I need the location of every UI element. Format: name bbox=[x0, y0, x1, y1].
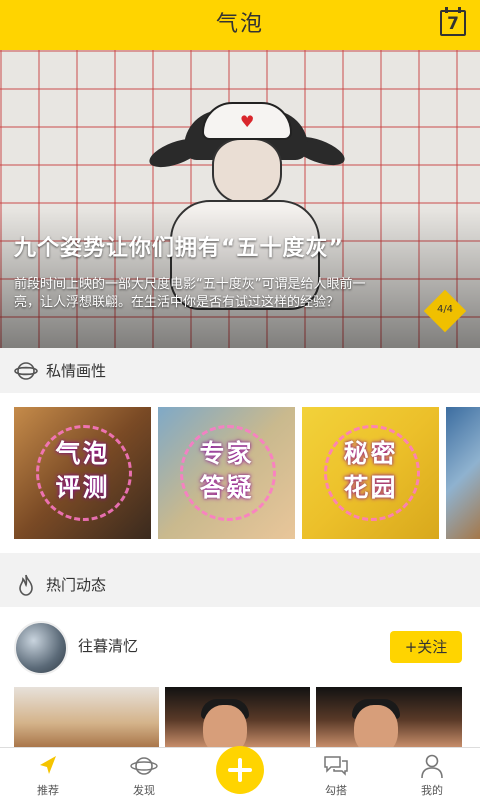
person-icon bbox=[421, 754, 443, 779]
chat-bubbles-icon bbox=[324, 756, 348, 776]
illustration-shape bbox=[212, 138, 282, 204]
section-header-hot: 热门动态 bbox=[0, 563, 480, 607]
planet-icon bbox=[14, 362, 38, 380]
post-photo[interactable] bbox=[14, 687, 159, 747]
calendar-icon[interactable]: 7 bbox=[440, 7, 466, 36]
category-tile-partial[interactable] bbox=[446, 407, 480, 539]
illustration-shape bbox=[203, 705, 247, 747]
page-indicator: 4/4 bbox=[436, 304, 454, 315]
app-screen: 气泡 7 ♥ 九个姿势让你们拥有“五十度灰” 前段时间上映的一部大尺度电影“五十… bbox=[0, 0, 480, 800]
plus-icon bbox=[238, 758, 242, 782]
flame-icon bbox=[19, 574, 33, 596]
category-tile-review[interactable]: 气泡 评测 bbox=[14, 407, 151, 539]
illustration-shape bbox=[354, 705, 398, 747]
nav-label: 发现 bbox=[133, 784, 155, 797]
category-tile-expert[interactable]: 专家 答疑 bbox=[158, 407, 295, 539]
nav-label: 勾搭 bbox=[325, 784, 347, 797]
section-title: 热门动态 bbox=[46, 576, 107, 594]
nav-tab-discover[interactable]: 发现 bbox=[96, 748, 192, 800]
section-title: 私情画性 bbox=[46, 362, 107, 380]
category-carousel[interactable]: 气泡 评测 专家 答疑 秘密 花园 bbox=[0, 393, 480, 553]
app-title: 气泡 bbox=[215, 12, 264, 37]
category-label: 秘密 花园 bbox=[343, 439, 398, 502]
follow-button[interactable]: +关注 bbox=[390, 631, 462, 663]
username[interactable]: 往暮清忆 bbox=[78, 635, 138, 656]
featured-banner[interactable]: ♥ 九个姿势让你们拥有“五十度灰” 前段时间上映的一部大尺度电影“五十度灰”可谓… bbox=[0, 50, 480, 348]
nav-label: 我的 bbox=[421, 784, 443, 797]
nav-label: 推荐 bbox=[37, 784, 59, 797]
banner-description: 前段时间上映的一部大尺度电影“五十度灰”可谓是给人眼前一亮，让人浮想联翩。在生活… bbox=[14, 277, 366, 310]
nav-tab-mine[interactable]: 我的 bbox=[384, 748, 480, 800]
feed-post: 往暮清忆 +关注 bbox=[0, 607, 480, 747]
planet-icon bbox=[130, 757, 158, 775]
compass-arrow-icon bbox=[40, 756, 56, 774]
banner-title: 九个姿势让你们拥有“五十度灰” bbox=[14, 236, 344, 261]
post-photo[interactable] bbox=[316, 687, 462, 747]
calendar-day: 7 bbox=[447, 14, 459, 34]
category-tile-garden[interactable]: 秘密 花园 bbox=[302, 407, 439, 539]
top-bar: 气泡 7 bbox=[0, 0, 480, 50]
nav-tab-chat[interactable]: 勾搭 bbox=[288, 748, 384, 800]
section-header-private: 私情画性 bbox=[0, 349, 480, 393]
post-photo[interactable] bbox=[165, 687, 310, 747]
avatar[interactable] bbox=[14, 621, 68, 675]
category-label: 专家 答疑 bbox=[199, 439, 254, 502]
nav-tab-recommend[interactable]: 推荐 bbox=[0, 748, 96, 800]
add-post-button[interactable] bbox=[216, 746, 264, 794]
category-label: 气泡 评测 bbox=[55, 439, 110, 502]
heart-icon: ♥ bbox=[240, 112, 255, 131]
